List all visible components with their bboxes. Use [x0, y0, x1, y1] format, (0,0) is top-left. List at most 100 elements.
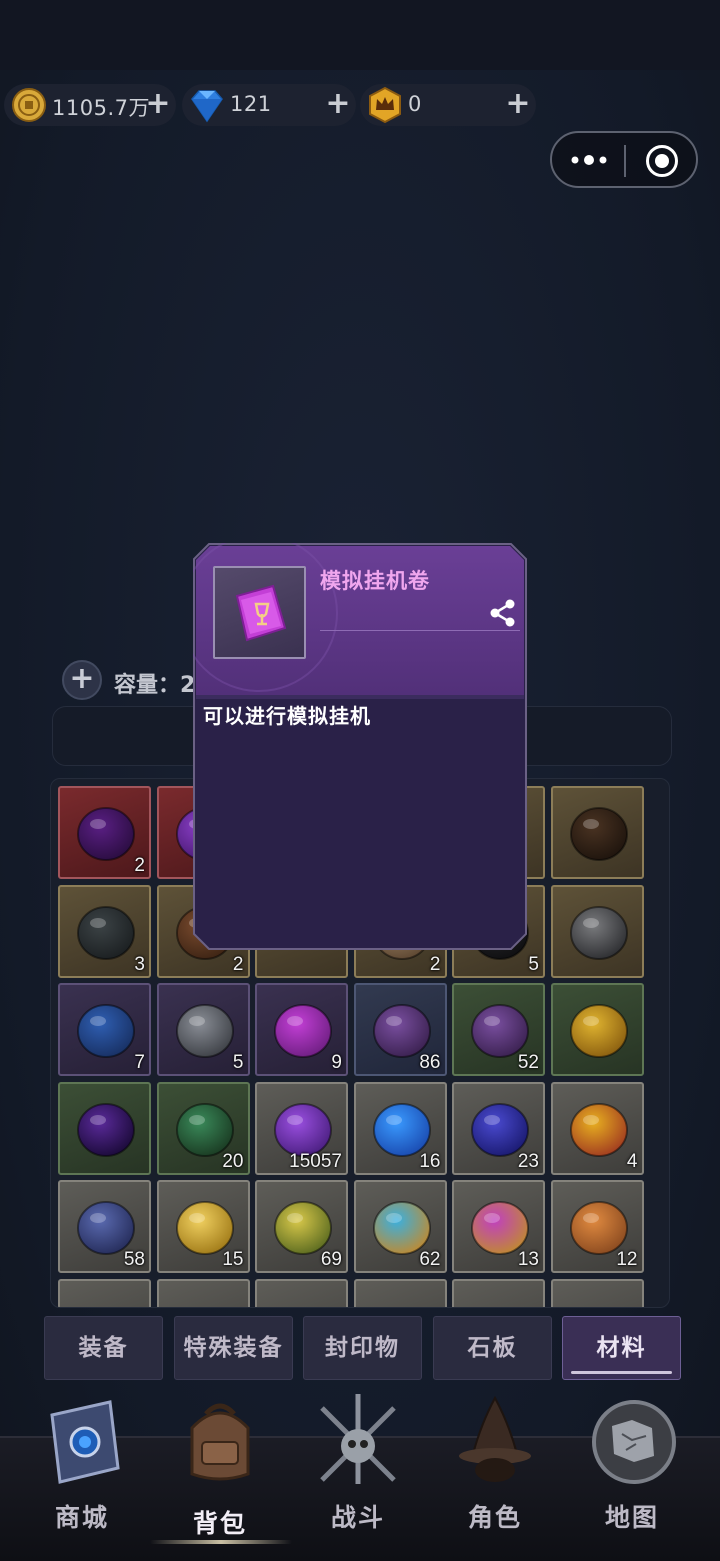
inventory-slot[interactable] — [156, 1278, 250, 1307]
map-icon — [592, 1400, 676, 1484]
tab-equipment[interactable]: 装备 — [44, 1316, 163, 1380]
spellbook-icon — [50, 1400, 120, 1484]
inventory-slot[interactable] — [58, 1081, 151, 1175]
inventory-slot[interactable] — [58, 1278, 151, 1307]
nav-label-map: 地图 — [604, 1503, 659, 1532]
inventory-slot[interactable] — [550, 884, 644, 978]
tooltip-description: 可以进行模拟挂机 — [203, 704, 371, 728]
item-quantity: 58 — [123, 1249, 145, 1270]
tab-special-equipment[interactable]: 特殊装备 — [174, 1316, 293, 1380]
item-quantity: 62 — [419, 1249, 441, 1270]
stone-ring-icon — [569, 905, 628, 960]
tooltip-divider — [320, 630, 520, 631]
item-quantity: 2 — [232, 953, 244, 975]
inventory-slot[interactable]: 86 — [353, 983, 447, 1076]
inventory-slot[interactable] — [353, 1278, 447, 1307]
tab-materials[interactable]: 材料 — [562, 1316, 681, 1380]
dark-cube-icon — [569, 807, 628, 861]
item-quantity: 3 — [134, 953, 145, 975]
inventory-slot[interactable]: 2 — [58, 786, 151, 879]
nav-shop[interactable]: 商城 — [22, 1380, 142, 1560]
tab-slates[interactable]: 石板 — [433, 1316, 552, 1380]
item-quantity: 2 — [134, 855, 145, 876]
inventory-slot[interactable]: 23 — [452, 1081, 545, 1175]
inventory-slot[interactable] — [255, 1278, 348, 1307]
item-quantity: 9 — [331, 1052, 342, 1073]
inventory-slot[interactable] — [550, 983, 644, 1076]
purple-orb-icon — [77, 807, 135, 861]
status-area — [0, 0, 720, 70]
inventory-slot[interactable]: 4 — [550, 1081, 644, 1175]
nav-label-battle: 战斗 — [330, 1503, 385, 1532]
item-quantity: 86 — [419, 1052, 441, 1073]
rough-ore-icon — [77, 905, 135, 960]
inventory-slot[interactable]: 15 — [156, 1180, 250, 1273]
nav-character[interactable]: 角色 — [435, 1380, 555, 1560]
share-icon[interactable] — [488, 598, 518, 628]
inventory-slot[interactable]: 15057 — [255, 1081, 348, 1175]
inventory-slot[interactable]: 12 — [550, 1180, 644, 1273]
amber-gem-icon — [569, 1004, 628, 1058]
coin-icon — [12, 88, 46, 122]
capacity-label: 容量：2 — [114, 673, 196, 698]
add-coin-button[interactable]: + — [144, 89, 172, 119]
more-icon[interactable] — [570, 148, 608, 172]
metal-pipe-icon — [175, 1004, 234, 1058]
crown-value: 0 — [408, 92, 422, 116]
inventory-slot[interactable]: 3 — [58, 884, 151, 978]
inventory-slot[interactable]: 7 — [58, 983, 151, 1076]
item-quantity: 20 — [222, 1150, 244, 1172]
inventory-slot[interactable] — [550, 786, 644, 879]
coin-value: 1105.7万 — [52, 96, 150, 120]
inventory-slot[interactable]: 52 — [452, 983, 545, 1076]
item-quantity: 7 — [134, 1052, 145, 1073]
tooltip-item-name: 模拟挂机卷 — [320, 569, 430, 593]
item-quantity: 23 — [517, 1150, 539, 1172]
currency-diamond: 121 + — [182, 84, 356, 126]
inventory-slot[interactable] — [550, 1278, 644, 1307]
inventory-slot[interactable]: 58 — [58, 1180, 151, 1273]
inventory-slot[interactable]: 16 — [353, 1081, 447, 1175]
purple-scroll-icon — [235, 584, 287, 642]
crown-badge-icon — [369, 86, 401, 124]
item-quantity: 69 — [320, 1249, 342, 1270]
item-quantity: 16 — [419, 1150, 441, 1172]
nav-backpack[interactable]: 背包 — [160, 1380, 280, 1560]
tooltip-item-icon — [213, 566, 306, 659]
backpack-icon — [190, 1403, 250, 1481]
inventory-slot[interactable]: 9 — [255, 983, 348, 1076]
close-miniprogram-icon[interactable] — [646, 145, 678, 177]
currency-crown: 0 + — [360, 84, 536, 126]
nav-label-backpack: 背包 — [192, 1509, 247, 1538]
dark-crystal-icon — [77, 1102, 135, 1157]
add-diamond-button[interactable]: + — [324, 89, 352, 119]
inventory-slot[interactable] — [452, 1278, 545, 1307]
nav-map[interactable]: 地图 — [572, 1380, 692, 1560]
inventory-slot[interactable]: 69 — [255, 1180, 348, 1273]
item-quantity: 5 — [528, 953, 539, 975]
capsule-divider — [624, 145, 626, 177]
add-crown-button[interactable]: + — [504, 89, 532, 119]
wizard-hat-icon — [459, 1395, 531, 1482]
miniprogram-capsule — [550, 131, 698, 188]
purple-scroll-icon — [274, 1004, 332, 1058]
nav-battle[interactable]: 战斗 — [298, 1380, 418, 1560]
inventory-slot[interactable]: 20 — [156, 1081, 250, 1175]
item-quantity: 2 — [429, 953, 441, 975]
tab-sealed-items[interactable]: 封印物 — [303, 1316, 422, 1380]
item-quantity: 12 — [616, 1249, 638, 1270]
inventory-slot[interactable]: 13 — [452, 1180, 545, 1273]
inventory-slot[interactable]: 5 — [156, 983, 250, 1076]
item-quantity: 15057 — [289, 1150, 342, 1172]
skull-swords-icon — [320, 1394, 396, 1484]
inventory-slot[interactable]: 62 — [353, 1180, 447, 1273]
expand-capacity-button[interactable]: + — [62, 660, 102, 700]
nav-label-shop: 商城 — [54, 1503, 109, 1532]
nav-label-character: 角色 — [467, 1503, 522, 1532]
currency-coin: 1105.7万 + — [4, 84, 176, 126]
item-quantity: 4 — [626, 1150, 638, 1172]
gold-cube-icon — [569, 1102, 628, 1157]
item-quantity: 52 — [517, 1052, 539, 1073]
diamond-value: 121 — [230, 92, 272, 116]
blue-puzzle-icon — [77, 1004, 135, 1058]
